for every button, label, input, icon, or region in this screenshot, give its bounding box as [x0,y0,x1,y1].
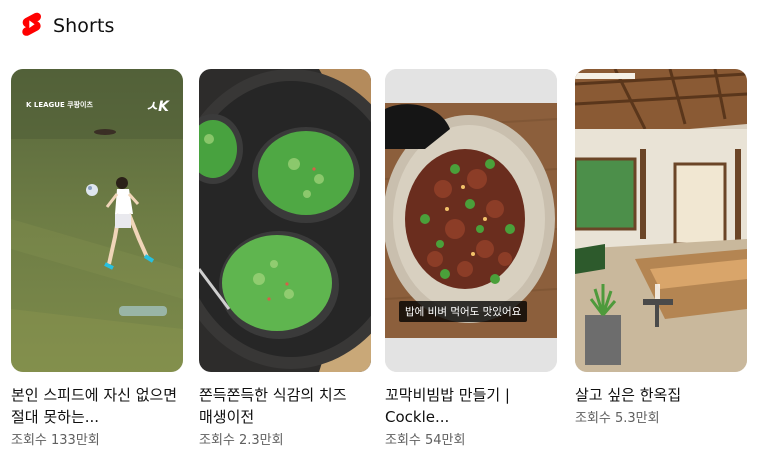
shelf-title: Shorts [53,15,115,37]
league-logo-text: K LEAGUE 쿠팡이츠 [26,101,93,109]
view-count: 조회수 133만회 [11,433,100,448]
short-thumbnail[interactable]: 밥에 비벼 먹어도 맛있어요 [385,69,557,372]
short-title[interactable]: 쫀득쫀득한 식감의 치즈 매생이전 [199,384,371,428]
channel-badge: ㅅK [145,99,169,115]
short-thumbnail[interactable] [575,69,747,372]
view-count: 조회수 5.3만회 [575,411,660,426]
short-title[interactable]: 꼬막비빔밥 만들기 | Cockle... [385,384,557,428]
view-count: 조회수 2.3만회 [199,433,284,448]
short-card[interactable]: 밥에 비벼 먹어도 맛있어요 꼬막비빔밥 만들기 | Cockle... 조회수… [385,69,557,450]
short-card[interactable]: K LEAGUE 쿠팡이츠 ㅅK 본인 스피드에 자신 없으면 절대 못하는..… [11,69,183,450]
video-caption: 밥에 비벼 먹어도 맛있어요 [399,301,528,322]
view-count: 조회수 54만회 [385,433,466,448]
short-card[interactable]: 살고 싶은 한옥집 조회수 5.3만회 [575,69,747,428]
short-thumbnail[interactable]: K LEAGUE 쿠팡이츠 ㅅK [11,69,183,372]
short-title[interactable]: 살고 싶은 한옥집 [575,384,747,406]
shorts-shelf-header: Shorts [21,12,115,40]
short-thumbnail[interactable] [199,69,371,372]
short-card[interactable]: 쫀득쫀득한 식감의 치즈 매생이전 조회수 2.3만회 [199,69,371,450]
short-title[interactable]: 본인 스피드에 자신 없으면 절대 못하는... [11,384,183,428]
youtube-shorts-icon [21,12,41,40]
